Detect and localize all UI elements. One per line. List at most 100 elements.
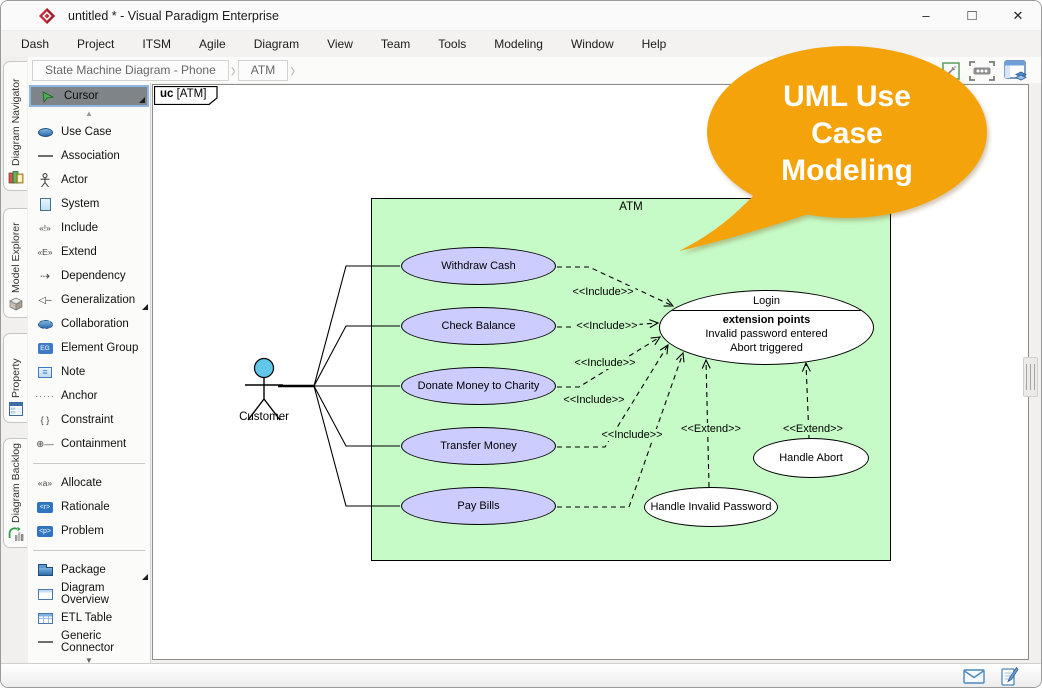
include-label: <<Include>> — [599, 429, 664, 441]
palette-item-use-case[interactable]: Use Case — [28, 120, 150, 144]
element-group-icon: EG — [35, 340, 55, 356]
collaboration-icon — [35, 316, 55, 332]
menu-help[interactable]: Help — [628, 31, 681, 57]
anchor-icon — [35, 388, 55, 404]
palette-item-association[interactable]: Association — [28, 144, 150, 168]
extend-label: <<Extend>> — [781, 423, 845, 435]
title-bar: untitled * - Visual Paradigm Enterprise … — [1, 1, 1041, 31]
presentation-icon[interactable] — [969, 61, 995, 81]
login-compartment-divider — [660, 310, 873, 311]
containment-icon — [35, 436, 55, 452]
include-label: <<Include>> — [572, 357, 637, 369]
menu-view[interactable]: View — [313, 31, 367, 57]
palette-item-actor[interactable]: Actor — [28, 168, 150, 192]
status-bar — [1, 663, 1041, 688]
palette-item-generalization[interactable]: Generalization — [28, 288, 150, 312]
palette-item-include[interactable]: Include — [28, 216, 150, 240]
tab-diagram-navigator[interactable]: Diagram Navigator — [3, 61, 27, 191]
visual-paradigm-logo — [39, 8, 55, 24]
menu-agile[interactable]: Agile — [185, 31, 240, 57]
email-icon[interactable] — [963, 669, 985, 684]
wand-icon[interactable] — [942, 62, 960, 80]
extension-points-label: extension points — [660, 314, 873, 326]
cursor-icon — [38, 88, 58, 104]
system-icon — [35, 196, 55, 212]
dependency-icon — [35, 268, 55, 284]
include-label: <<Include>> — [561, 394, 626, 406]
menu-modeling[interactable]: Modeling — [480, 31, 557, 57]
minimize-button[interactable]: – — [903, 1, 949, 30]
palette-item-package[interactable]: Package — [28, 558, 150, 582]
palette-item-containment[interactable]: Containment — [28, 432, 150, 456]
tab-diagram-backlog[interactable]: Diagram Backlog — [3, 438, 27, 548]
notes-icon[interactable] — [1000, 666, 1019, 687]
note-icon: ≡ — [35, 364, 55, 380]
include-label: <<Include>> — [574, 320, 639, 332]
palette-item-element-group[interactable]: EG Element Group — [28, 336, 150, 360]
palette-item-diagram-overview[interactable]: Diagram Overview — [28, 582, 150, 606]
panel-splitter-handle[interactable] — [1023, 357, 1038, 397]
association-icon — [35, 148, 55, 164]
actor-label: Customer — [239, 411, 289, 423]
use-case-withdraw-cash[interactable]: Withdraw Cash — [401, 247, 556, 285]
palette-item-anchor[interactable]: Anchor — [28, 384, 150, 408]
frame-name: [ATM] — [173, 88, 206, 100]
diagram-backlog-icon — [8, 526, 24, 542]
menu-project[interactable]: Project — [63, 31, 128, 57]
generic-connector-icon — [35, 634, 55, 650]
menu-dash[interactable]: Dash — [7, 31, 63, 57]
use-case-handle-abort[interactable]: Handle Abort — [753, 438, 869, 478]
breadcrumb-item-current[interactable]: ATM — [238, 60, 288, 81]
palette-item-extend[interactable]: Extend — [28, 240, 150, 264]
use-case-check-balance[interactable]: Check Balance — [401, 307, 556, 345]
tab-model-explorer[interactable]: Model Explorer — [3, 208, 27, 318]
breadcrumb-separator-icon: › — [231, 58, 236, 82]
maximize-button[interactable]: □ — [949, 1, 995, 30]
menu-tools[interactable]: Tools — [424, 31, 480, 57]
actor-icon — [35, 172, 55, 188]
menu-window[interactable]: Window — [557, 31, 628, 57]
palette-item-collaboration[interactable]: Collaboration — [28, 312, 150, 336]
use-case-donate-money[interactable]: Donate Money to Charity — [401, 367, 556, 405]
palette-scroll-up[interactable]: ▲ — [28, 107, 150, 120]
use-case-pay-bills[interactable]: Pay Bills — [401, 487, 556, 525]
breadcrumb: State Machine Diagram - Phone › ATM › — [32, 60, 297, 81]
association-lines[interactable] — [278, 266, 400, 506]
breadcrumb-bar: State Machine Diagram - Phone › ATM › — [28, 57, 1041, 83]
flyout-corner-icon — [139, 97, 145, 103]
palette-item-allocate[interactable]: Allocate — [28, 471, 150, 495]
package-icon — [35, 562, 55, 578]
palette-item-system[interactable]: System — [28, 192, 150, 216]
breadcrumb-item-parent[interactable]: State Machine Diagram - Phone — [32, 60, 229, 81]
use-case-login[interactable]: Login extension points Invalid password … — [659, 290, 874, 365]
palette-item-cursor[interactable]: Cursor — [29, 85, 149, 107]
menu-diagram[interactable]: Diagram — [240, 31, 313, 57]
layout-panel-icon[interactable] — [1004, 60, 1029, 82]
diagram-navigator-icon — [8, 169, 24, 185]
use-case-transfer-money[interactable]: Transfer Money — [401, 427, 556, 465]
palette-item-generic-connector[interactable]: Generic Connector — [28, 630, 150, 654]
rationale-icon: <r> — [35, 499, 55, 515]
problem-icon: <p> — [35, 523, 55, 539]
extension-point: Invalid password entered — [660, 328, 873, 340]
window-title: untitled * - Visual Paradigm Enterprise — [68, 9, 279, 23]
use-case-handle-invalid-password[interactable]: Handle Invalid Password — [644, 487, 778, 527]
palette-item-rationale[interactable]: <r> Rationale — [28, 495, 150, 519]
palette-scroll-down[interactable]: ▼ — [28, 654, 150, 663]
palette-item-dependency[interactable]: Dependency — [28, 264, 150, 288]
tab-property[interactable]: Property — [3, 333, 27, 423]
menu-team[interactable]: Team — [367, 31, 424, 57]
palette-item-etl-table[interactable]: ETL Table — [28, 606, 150, 630]
close-button[interactable]: ✕ — [995, 1, 1041, 30]
diagram-frame-tab: uc [ATM] — [154, 86, 218, 105]
palette-item-note[interactable]: ≡ Note — [28, 360, 150, 384]
include-label: <<Include>> — [570, 286, 635, 298]
palette-item-constraint[interactable]: Constraint — [28, 408, 150, 432]
palette-item-problem[interactable]: <p> Problem — [28, 519, 150, 543]
include-connectors[interactable] — [557, 267, 683, 507]
diagram-overview-icon — [35, 586, 55, 602]
diagram-canvas[interactable]: ATM — [152, 84, 1029, 660]
menu-itsm[interactable]: ITSM — [128, 31, 185, 57]
allocate-icon — [35, 475, 55, 491]
property-icon — [8, 401, 24, 417]
